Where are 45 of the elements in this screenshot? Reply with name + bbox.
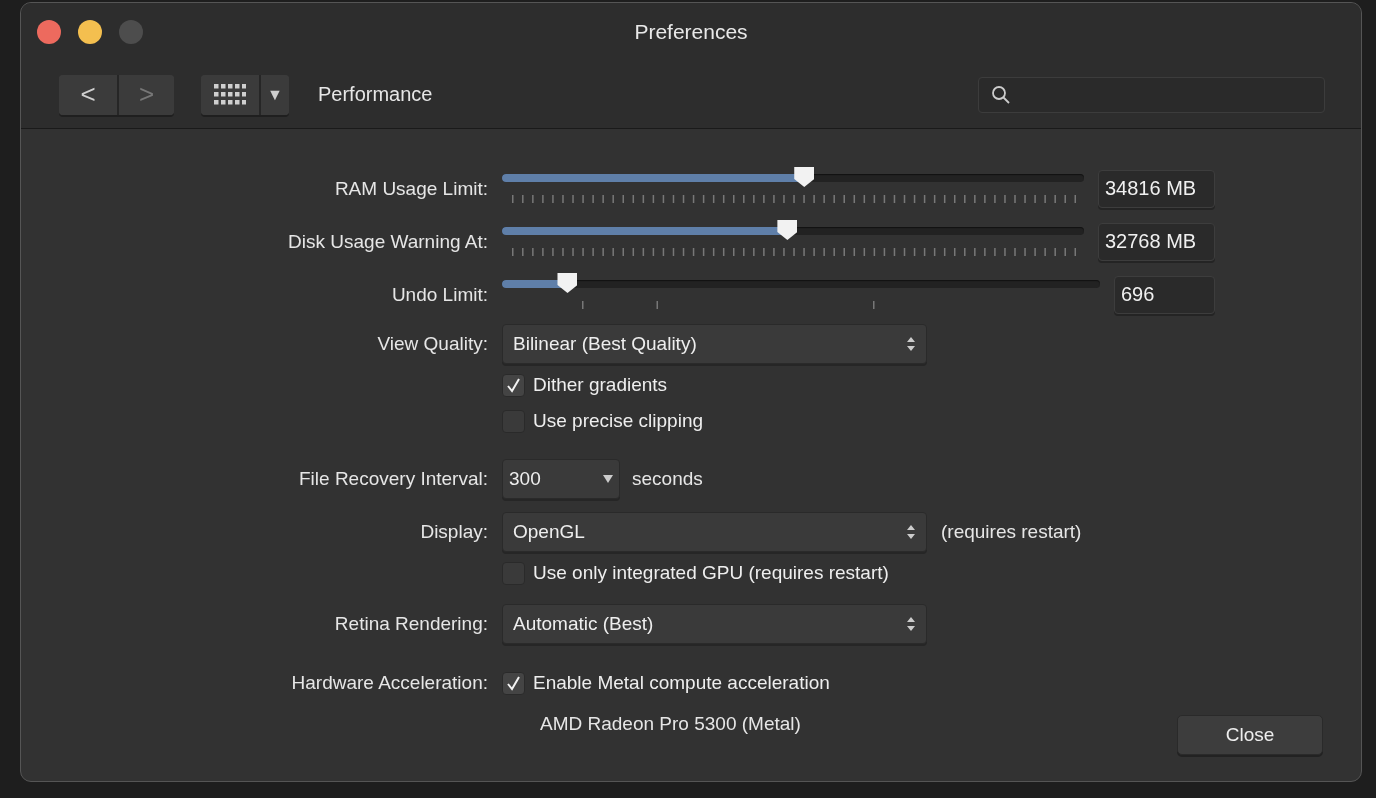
unit-text: seconds (632, 468, 703, 490)
checkbox[interactable] (502, 671, 525, 695)
note-text: (requires restart) (941, 521, 1082, 543)
close-window-button[interactable] (37, 20, 61, 44)
updown-arrows-icon (906, 524, 916, 540)
slider-thumb[interactable] (557, 273, 578, 293)
setting-label: Disk Usage Warning At: (288, 230, 488, 253)
setting-label: Display: (420, 521, 488, 543)
slider-thumb[interactable] (777, 220, 798, 240)
setting-label: RAM Usage Limit: (334, 177, 488, 200)
minimize-window-button[interactable] (78, 20, 102, 44)
setting-label: Undo Limit: (391, 283, 488, 306)
value-field[interactable]: 34816 MB (1098, 169, 1215, 208)
value-field[interactable]: 696 (1114, 275, 1215, 314)
checkbox-label: Dither gradients (533, 374, 668, 396)
checkbox[interactable] (502, 373, 525, 397)
close-button[interactable]: Close (1177, 715, 1323, 755)
setting-label: Hardware Acceleration: (291, 672, 488, 694)
checkmark-icon (506, 675, 521, 691)
slider-thumb[interactable] (794, 167, 815, 187)
checkbox-label: Use only integrated GPU (requires restart) (533, 562, 889, 584)
updown-arrows-icon (906, 616, 916, 632)
slider-track[interactable] (502, 273, 1100, 295)
checkmark-icon (506, 377, 521, 393)
select-field[interactable]: OpenGL (502, 512, 927, 552)
checkbox-label: Enable Metal compute acceleration (533, 672, 830, 694)
search-icon (991, 84, 1011, 105)
gpu-name-text: AMD Radeon Pro 5300 (Metal) (540, 713, 801, 735)
slider-track[interactable] (502, 167, 1084, 189)
search-field[interactable] (978, 76, 1325, 113)
value-field[interactable]: 32768 MB (1098, 222, 1215, 261)
setting-label: File Recovery Interval: (299, 468, 488, 490)
select-field[interactable]: Bilinear (Best Quality) (502, 324, 927, 364)
menu-caret-button[interactable]: ▼ (259, 74, 289, 115)
grid-icon (214, 83, 246, 106)
window-title: Preferences (634, 20, 748, 43)
caret-icon (603, 475, 613, 483)
updown-arrows-icon (906, 336, 916, 352)
setting-label: View Quality: (377, 333, 488, 355)
slider-track[interactable] (502, 220, 1084, 242)
dropdown-field[interactable]: 300 (502, 459, 620, 499)
section-title: Performance (318, 83, 433, 106)
setting-label: Retina Rendering: (334, 613, 488, 635)
checkbox-label: Use precise clipping (533, 410, 704, 432)
select-field[interactable]: Automatic (Best) (502, 604, 927, 644)
